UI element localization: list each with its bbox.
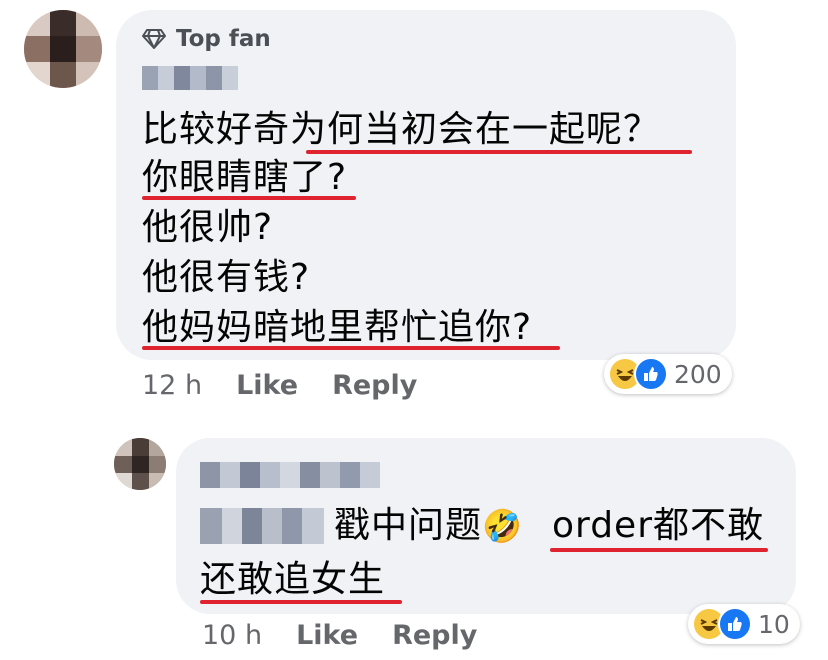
comment-text-line: 他很帅? [142, 207, 274, 248]
comment-text-line: 他很有钱? [142, 257, 311, 298]
top-fan-label: Top fan [176, 26, 271, 52]
reactions-summary[interactable]: 200 [604, 354, 732, 394]
reaction-count: 10 [758, 609, 790, 639]
comment-actions: 12 h Like Reply [142, 370, 417, 401]
reaction-count: 200 [674, 359, 722, 389]
highlight-underline [200, 600, 402, 604]
reply-text: 戳中问题 [334, 505, 483, 546]
like-button[interactable]: Like [236, 370, 298, 401]
avatar[interactable] [114, 438, 166, 490]
commenter-name-blurred[interactable] [142, 66, 242, 92]
avatar[interactable] [24, 10, 102, 88]
highlight-underline [550, 548, 768, 552]
mention-blurred[interactable] [200, 508, 324, 544]
reply-button[interactable]: Reply [392, 620, 477, 651]
reply-text-line: 还敢追女生 [200, 559, 386, 600]
reply-text-line: order都不敢 [552, 505, 764, 546]
reply-text-line: 戳中问题🤣 [334, 504, 523, 548]
rolling-laughing-emoji: 🤣 [482, 507, 523, 545]
like-icon [634, 357, 668, 391]
reply-button[interactable]: Reply [332, 370, 417, 401]
like-icon [718, 607, 752, 641]
reactions-summary[interactable]: 10 [688, 604, 800, 644]
highlight-underline [142, 346, 560, 350]
reply-actions: 10 h Like Reply [202, 620, 477, 651]
like-button[interactable]: Like [296, 620, 358, 651]
diamond-icon [142, 29, 166, 49]
comment-timestamp[interactable]: 12 h [142, 370, 202, 401]
highlight-underline [306, 150, 692, 154]
highlight-underline [142, 196, 356, 200]
comment-text-line: 比较好奇为何当初会在一起呢？ [142, 109, 661, 150]
comment-text-line: 他妈妈暗地里帮忙追你? [142, 307, 533, 348]
comment-text-line: 你眼睛瞎了? [142, 157, 348, 198]
commenter-name-blurred[interactable] [200, 462, 380, 488]
reply-timestamp[interactable]: 10 h [202, 620, 262, 651]
top-fan-badge: Top fan [142, 26, 271, 52]
